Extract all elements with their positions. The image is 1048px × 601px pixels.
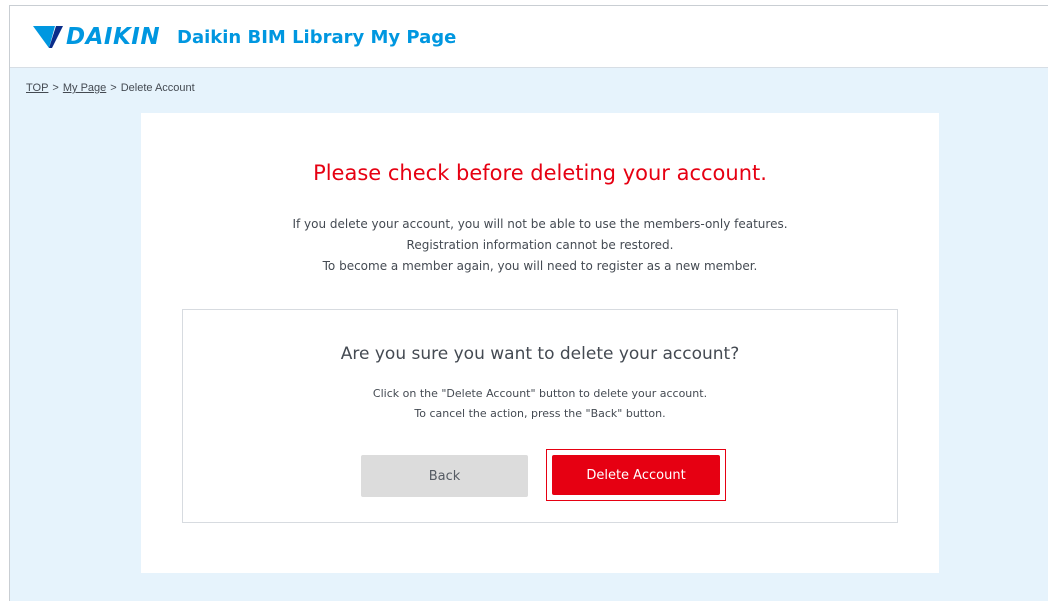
breadcrumb-my-page-link[interactable]: My Page [63,82,106,94]
confirm-instructions: Click on the "Delete Account" button to … [183,384,897,424]
warning-info: If you delete your account, you will not… [141,214,939,277]
site-title: Daikin BIM Library My Page [177,27,457,48]
confirm-box: Are you sure you want to delete your acc… [182,309,898,523]
breadcrumb-top-link[interactable]: TOP [26,82,48,94]
site-header: DAIKIN Daikin BIM Library My Page [10,6,1048,68]
delete-account-button[interactable]: Delete Account [552,455,720,495]
breadcrumb: TOP > My Page > Delete Account [26,81,195,95]
daikin-logo[interactable]: DAIKIN [33,25,160,49]
instruction-line: Click on the "Delete Account" button to … [372,387,708,400]
breadcrumb-separator: > [110,82,117,94]
daikin-logo-icon [33,26,63,48]
info-line: If you delete your account, you will not… [292,217,788,231]
back-button[interactable]: Back [361,455,528,497]
confirm-title: Are you sure you want to delete your acc… [340,344,740,364]
delete-account-card: Please check before deleting your accoun… [141,113,939,573]
info-line: Registration information cannot be resto… [406,238,674,252]
logo-text: DAIKIN [66,24,161,50]
browser-viewport: DAIKIN Daikin BIM Library My Page TOP > My… [9,5,1048,601]
breadcrumb-separator: > [52,82,59,94]
instruction-line: To cancel the action, press the "Back" b… [414,407,666,420]
breadcrumb-current: Delete Account [120,82,195,94]
info-line: To become a member again, you will need … [322,259,758,273]
page-title: Please check before deleting your accoun… [313,161,767,185]
